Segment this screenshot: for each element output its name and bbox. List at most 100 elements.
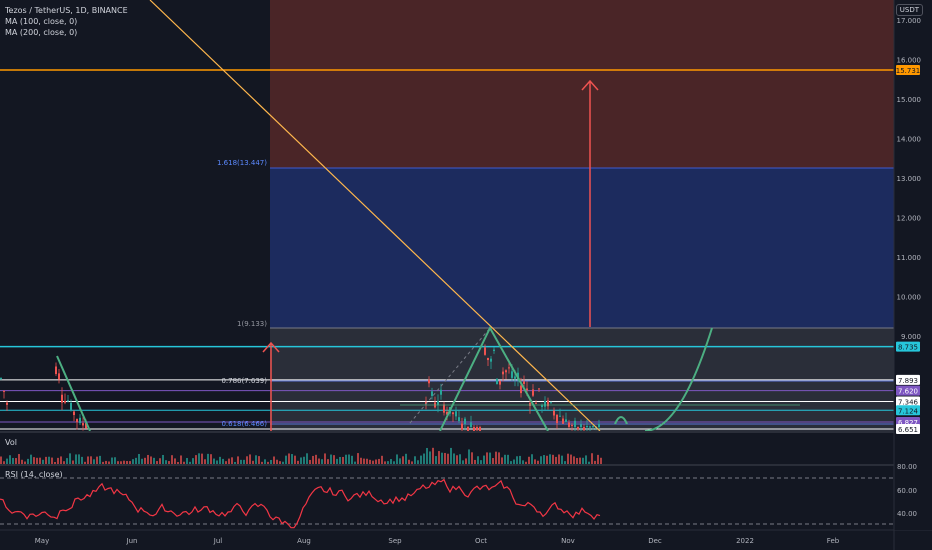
volume-bar	[282, 461, 284, 464]
volume-bar	[279, 461, 281, 464]
volume-bar	[549, 454, 551, 464]
volume-bar	[423, 453, 425, 464]
volume-bar	[168, 461, 170, 464]
volume-bar	[186, 458, 188, 464]
volume-bar	[156, 461, 158, 464]
volume-bar	[456, 455, 458, 464]
candle-body	[458, 417, 460, 422]
time-label: 2022	[736, 537, 754, 545]
ma-100-label[interactable]: MA (100, close, 0)	[5, 16, 128, 27]
volume-bar	[402, 456, 404, 464]
candle-body	[562, 418, 564, 424]
currency-badge[interactable]: USDT	[895, 4, 923, 16]
price-tick: 12.000	[897, 214, 922, 222]
volume-bar	[303, 456, 305, 464]
volume-bar	[363, 458, 365, 464]
price-tick: 11.000	[897, 254, 922, 262]
chart-canvas[interactable]: 1.618(13.447) 1(9.133) 0.786(7.639) 0.61…	[0, 0, 932, 550]
svg-text:7.893: 7.893	[898, 377, 918, 385]
volume-bar	[60, 456, 62, 464]
svg-text:7.620: 7.620	[898, 388, 918, 396]
time-label: May	[35, 537, 49, 545]
price-badge: 7.893	[896, 374, 920, 385]
price-badge: 7.620	[896, 385, 920, 396]
volume-bar	[486, 452, 488, 464]
volume-bar	[393, 461, 395, 464]
price-tick: 13.000	[897, 175, 922, 183]
volume-bar	[126, 460, 128, 464]
volume-bar	[483, 455, 485, 464]
price-tick: 10.000	[897, 294, 922, 302]
volume-bar	[489, 452, 491, 464]
volume-bar	[105, 460, 107, 464]
volume-bar	[81, 456, 83, 464]
volume-bar	[9, 455, 11, 464]
volume-bar	[84, 461, 86, 464]
volume-bar	[45, 456, 47, 464]
candle-body	[574, 420, 576, 428]
target-zone	[270, 0, 894, 168]
volume-bar	[93, 459, 95, 464]
candle-body	[440, 389, 442, 395]
rsi-title: RSI (14, close)	[5, 470, 63, 479]
volume-bar	[462, 460, 464, 464]
candle-body	[502, 371, 504, 375]
volume-bar	[576, 457, 578, 464]
volume-bar	[270, 459, 272, 464]
volume-title: Vol	[5, 438, 17, 447]
time-label: Nov	[561, 537, 575, 545]
volume-bar	[129, 461, 131, 464]
fib-label-0618: 0.618(6.466)	[221, 420, 267, 428]
candle-body	[452, 412, 454, 415]
candle-body	[76, 419, 78, 423]
candle-body	[437, 401, 439, 405]
candle-body	[598, 423, 600, 428]
candle-body	[535, 402, 537, 404]
volume-bar	[354, 461, 356, 464]
price-badge: 15.731	[896, 64, 920, 75]
price-axis[interactable]	[894, 0, 932, 530]
candle-body	[553, 410, 555, 416]
rsi-line	[0, 478, 601, 529]
candle-body	[568, 422, 570, 427]
candle-body	[496, 378, 498, 385]
volume-bar	[384, 461, 386, 464]
volume-bar	[51, 457, 53, 464]
candle-body	[493, 349, 495, 351]
volume-bar	[540, 456, 542, 464]
volume-bar	[261, 461, 263, 464]
volume-bar	[30, 454, 32, 464]
candle-body	[586, 425, 588, 428]
volume-bar	[339, 456, 341, 464]
candle-body	[470, 422, 472, 428]
volume-bar	[471, 452, 473, 464]
volume-bar	[426, 447, 428, 464]
candle-body	[571, 424, 573, 426]
fib-label-1618: 1.618(13.447)	[217, 159, 267, 167]
rsi-tick: 60.00	[897, 487, 917, 495]
ma-200-label[interactable]: MA (200, close, 0)	[5, 27, 128, 38]
volume-bar	[12, 457, 14, 464]
volume-bar	[597, 454, 599, 464]
volume-bar	[480, 460, 482, 464]
volume-bar	[210, 454, 212, 464]
volume-bar	[150, 456, 152, 464]
symbol-line[interactable]: Tezos / TetherUS, 1D, BINANCE	[5, 5, 128, 16]
volume-bar	[465, 458, 467, 464]
volume-bar	[567, 453, 569, 464]
volume-bar	[396, 454, 398, 464]
time-label: Aug	[297, 537, 311, 545]
volume-bar	[15, 458, 17, 464]
volume-bar	[69, 453, 71, 464]
volume-bar	[201, 453, 203, 464]
volume-bar	[579, 457, 581, 464]
volume-bar	[285, 455, 287, 464]
volume-bar	[468, 449, 470, 464]
candle-body	[64, 400, 66, 403]
volume-bar	[333, 455, 335, 464]
volume-bar	[357, 453, 359, 464]
chart-legend: Tezos / TetherUS, 1D, BINANCE MA (100, c…	[5, 5, 128, 38]
time-axis[interactable]: May Jun Jul Aug Sep Oct Nov Dec 2022 Feb	[35, 537, 840, 545]
volume-bar	[381, 455, 383, 464]
volume-bar	[315, 454, 317, 464]
